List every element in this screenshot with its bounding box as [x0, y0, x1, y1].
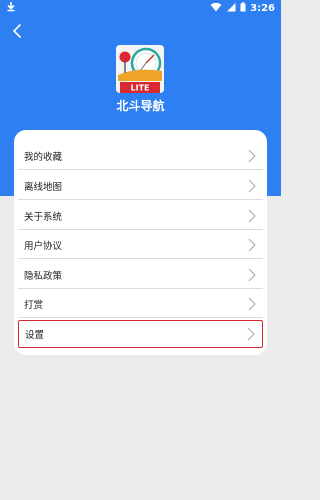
- menu-card: 我的收藏 离线地图 关于系统 用户协议 隐私政策 打赏 设置: [14, 130, 267, 355]
- chevron-right-icon: [247, 297, 257, 311]
- app-name: 北斗导航: [116, 99, 165, 113]
- status-bar-right: 3:26: [210, 1, 275, 15]
- menu-item-tip[interactable]: 打赏: [18, 290, 263, 318]
- back-button[interactable]: [8, 23, 26, 43]
- menu-item-label: 离线地图: [24, 181, 63, 193]
- chevron-right-icon: [247, 149, 257, 163]
- status-time: 3:26: [250, 2, 275, 14]
- wifi-icon: [210, 2, 222, 15]
- chevron-right-icon: [247, 268, 257, 282]
- download-icon: [6, 1, 16, 15]
- status-bar-left: [6, 1, 16, 15]
- menu-item-label: 设置: [25, 330, 45, 341]
- chevron-right-icon: [246, 327, 256, 341]
- menu-item-label: 隐私政策: [24, 270, 63, 282]
- battery-icon: [240, 1, 246, 15]
- signal-icon: [226, 2, 236, 15]
- menu-item-about[interactable]: 关于系统: [18, 202, 263, 230]
- menu-item-label: 我的收藏: [24, 151, 63, 163]
- app-icon-badge: LITE: [131, 84, 150, 93]
- menu-item-label: 关于系统: [24, 211, 63, 223]
- menu-item-privacy-policy[interactable]: 隐私政策: [18, 261, 263, 289]
- compass-icon: LITE: [116, 45, 164, 93]
- status-bar: 3:26: [0, 0, 281, 16]
- menu-item-settings[interactable]: 设置: [18, 320, 263, 348]
- chevron-right-icon: [247, 238, 257, 252]
- app-icon: LITE: [116, 45, 164, 93]
- menu-item-label: 打赏: [24, 299, 44, 311]
- back-arrow-icon: [12, 23, 22, 43]
- chevron-right-icon: [247, 179, 257, 193]
- menu-item-favorites[interactable]: 我的收藏: [18, 142, 263, 170]
- menu-item-user-agreement[interactable]: 用户协议: [18, 231, 263, 259]
- chevron-right-icon: [247, 209, 257, 223]
- menu-item-offline-map[interactable]: 离线地图: [18, 172, 263, 200]
- menu-item-label: 用户协议: [24, 240, 63, 252]
